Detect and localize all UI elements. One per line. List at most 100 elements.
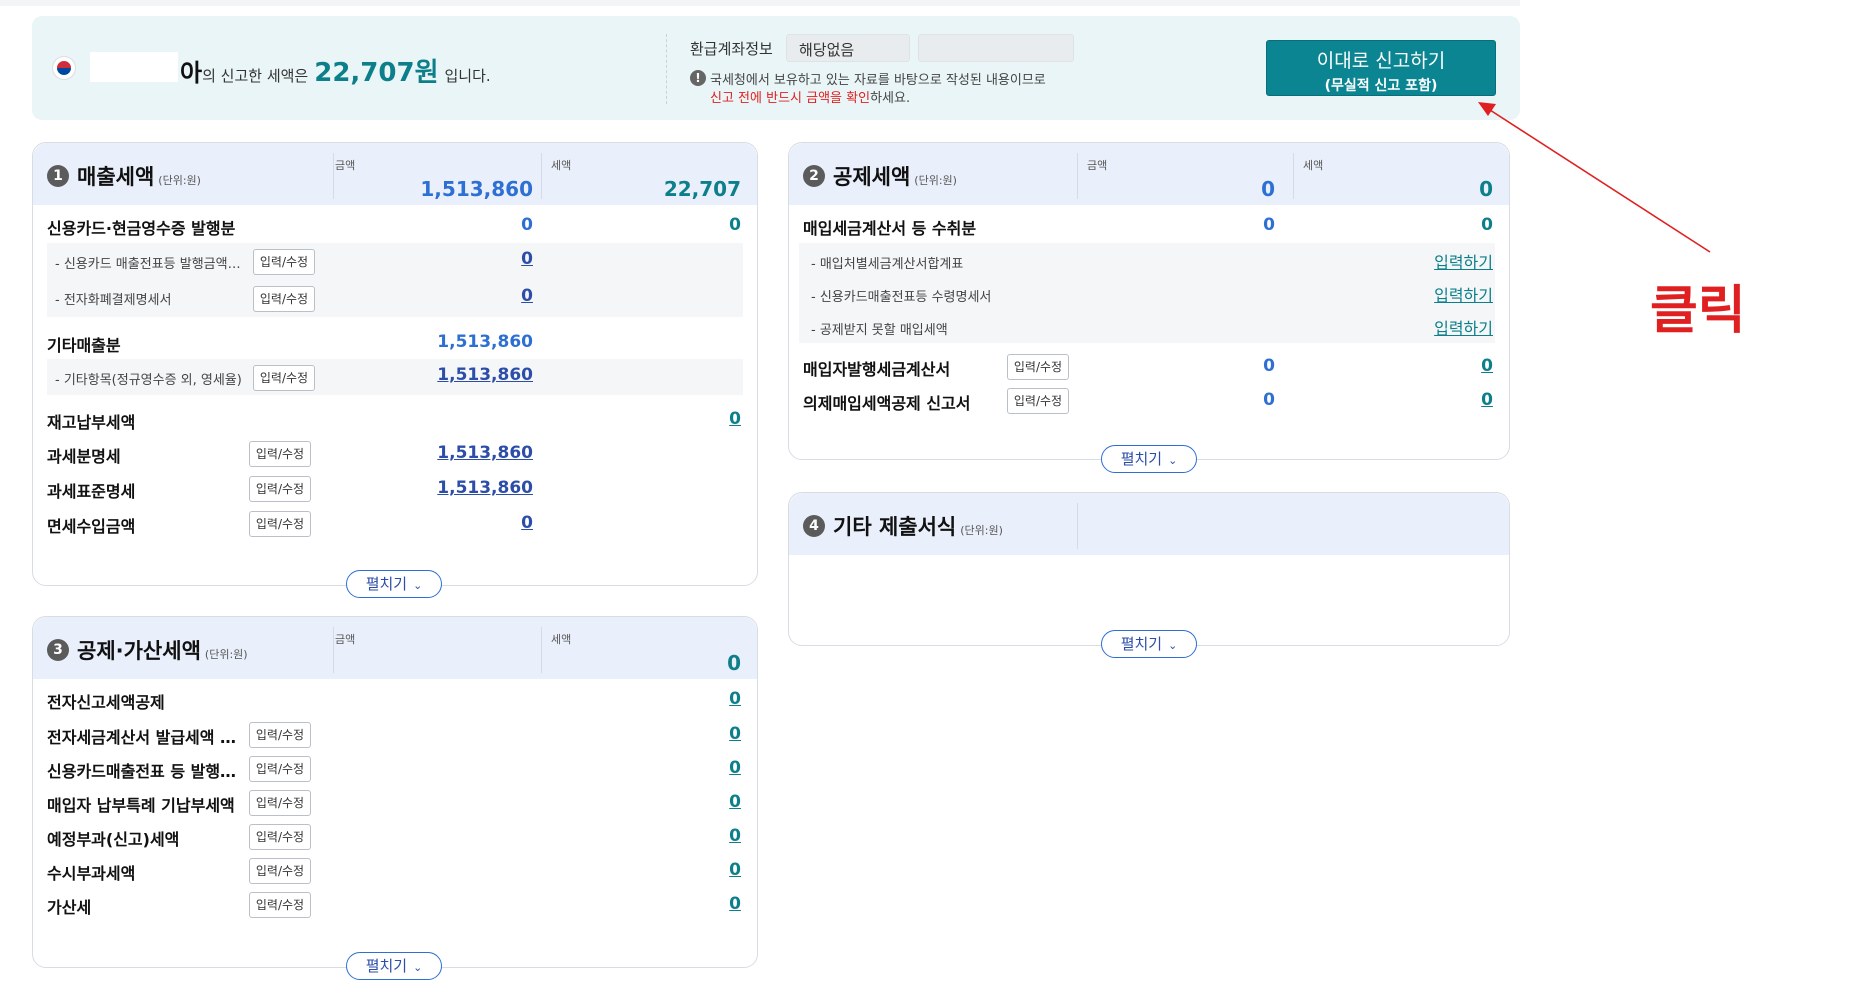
sales-expand-button[interactable]: 펼치기 ⌄ xyxy=(346,570,442,598)
warning-line-2: 신고 전에 반드시 금액을 확인하세요. xyxy=(710,87,910,106)
sales-row-e-money-amount[interactable]: 0 xyxy=(433,286,533,306)
korea-flag-icon xyxy=(52,56,76,80)
edit-button[interactable]: 입력/수정 xyxy=(249,511,311,537)
edit-button[interactable]: 입력/수정 xyxy=(249,756,311,782)
sales-tax-total: 22,707 xyxy=(663,177,741,201)
sales-row-taxable-detail: 과세분명세 xyxy=(47,447,121,466)
sales-row-other: 기타매출분 xyxy=(47,336,121,355)
col-separator xyxy=(1077,153,1078,199)
sales-tax-title-text: 매출세액 xyxy=(77,165,155,189)
expand-label: 펼치기 xyxy=(365,575,408,593)
submit-report-button[interactable]: 이대로 신고하기 (무실적 신고 포함) xyxy=(1266,40,1496,96)
submit-button-sublabel: (무실적 신고 포함) xyxy=(1324,78,1438,94)
sales-row-other-item: - 기타항목(정규영수증 외, 영세율) xyxy=(55,373,242,388)
deduct-add-row-scheduled: 예정부과(신고)세액 xyxy=(47,830,180,849)
deduct-add-row-card-slip: 신용카드매출전표 등 발행… xyxy=(47,762,237,781)
chevron-down-icon: ⌄ xyxy=(1168,454,1178,467)
deduct-add-row-e-filing-tax[interactable]: 0 xyxy=(641,689,741,709)
deduct-add-row-e-invoice: 전자세금계산서 발급세액 … xyxy=(47,728,237,747)
edit-button[interactable]: 입력/수정 xyxy=(249,824,311,850)
sales-row-e-money: - 전자화폐결제명세서 xyxy=(55,293,172,308)
sales-row-exempt-income: 면세수입금액 xyxy=(47,517,136,536)
edit-button[interactable]: 입력/수정 xyxy=(249,722,311,748)
deduct-add-row-buyer-special-tax[interactable]: 0 xyxy=(641,792,741,812)
sales-row-taxable-detail-amount[interactable]: 1,513,860 xyxy=(413,443,533,463)
deduction-row-deemed-input-amount: 0 xyxy=(1263,390,1275,410)
other-forms-title: 기타 제출서식 (단위:원) xyxy=(833,511,1003,541)
deduct-add-row-scheduled-tax[interactable]: 0 xyxy=(641,826,741,846)
sales-row-inventory: 재고납부세액 xyxy=(47,413,136,432)
deduction-row-purchase-invoice-amount: 0 xyxy=(1263,215,1275,235)
deduct-add-row-card-slip-tax[interactable]: 0 xyxy=(641,758,741,778)
deduct-add-row-penalty-tax[interactable]: 0 xyxy=(641,894,741,914)
deduction-non-deductible-input-link[interactable]: 입력하기 xyxy=(1393,315,1493,339)
submit-button-label: 이대로 신고하기 xyxy=(1316,50,1446,72)
deduction-row-deemed-input-tax[interactable]: 0 xyxy=(1393,390,1493,410)
sales-tax-title: 매출세액 (단위:원) xyxy=(77,161,201,191)
tax-col-label: 세액 xyxy=(551,633,572,646)
refund-bank-field: 해당없음 xyxy=(786,34,910,62)
deduct-add-title: 공제·가산세액 (단위:원) xyxy=(77,635,248,665)
deduction-row-buyer-issued-tax[interactable]: 0 xyxy=(1393,356,1493,376)
amount-col-label: 금액 xyxy=(335,633,356,646)
deduct-add-tax-total: 0 xyxy=(727,651,741,675)
other-forms-expand-button[interactable]: 펼치기 ⌄ xyxy=(1101,630,1197,658)
deduction-tax-number: 2 xyxy=(803,165,825,187)
other-forms-number: 4 xyxy=(803,515,825,537)
deduction-invoice-summary-input-link[interactable]: 입력하기 xyxy=(1393,249,1493,273)
sales-row-exempt-income-amount[interactable]: 0 xyxy=(433,513,533,533)
edit-button[interactable]: 입력/수정 xyxy=(249,441,311,467)
sales-row-other-amount: 1,513,860 xyxy=(437,332,533,352)
annotation-click-label: 클릭 xyxy=(1650,281,1746,341)
edit-button[interactable]: 입력/수정 xyxy=(249,858,311,884)
deduction-row-non-deductible: - 공제받지 못할 매입세액 xyxy=(811,323,948,338)
deduction-tax-panel: 2 공제세액 (단위:원) 금액 0 세액 0 매입세금계산서 등 수취분 0 0… xyxy=(788,142,1510,460)
tax-col-label: 세액 xyxy=(1303,159,1324,172)
deduction-row-buyer-issued: 매입자발행세금계산서 xyxy=(803,360,951,379)
sales-row-inventory-tax[interactable]: 0 xyxy=(641,409,741,429)
unit-label: (단위:원) xyxy=(914,174,957,187)
edit-button[interactable]: 입력/수정 xyxy=(253,286,315,312)
edit-button[interactable]: 입력/수정 xyxy=(1007,388,1069,414)
chevron-down-icon: ⌄ xyxy=(1168,639,1178,652)
deduct-add-row-occasional-tax[interactable]: 0 xyxy=(641,860,741,880)
amount-col-label: 금액 xyxy=(1087,159,1108,172)
deduct-add-row-e-invoice-tax[interactable]: 0 xyxy=(641,724,741,744)
expand-label: 펼치기 xyxy=(1120,635,1163,653)
sales-row-tax-base-amount[interactable]: 1,513,860 xyxy=(413,478,533,498)
deduct-add-title-text: 공제·가산세액 xyxy=(77,639,201,663)
top-divider xyxy=(0,0,1520,6)
deduction-expand-button[interactable]: 펼치기 ⌄ xyxy=(1101,445,1197,473)
edit-button[interactable]: 입력/수정 xyxy=(249,790,311,816)
refund-account-label: 환급계좌정보 xyxy=(690,40,773,58)
amount-col-label: 금액 xyxy=(335,159,356,172)
name-suffix: 아 xyxy=(180,59,203,87)
deduct-add-expand-button[interactable]: 펼치기 ⌄ xyxy=(346,952,442,980)
edit-button[interactable]: 입력/수정 xyxy=(249,476,311,502)
sales-row-other-item-amount[interactable]: 1,513,860 xyxy=(413,365,533,385)
other-forms-panel: 4 기타 제출서식 (단위:원) xyxy=(788,492,1510,646)
col-separator xyxy=(1077,503,1078,549)
chevron-down-icon: ⌄ xyxy=(413,961,423,974)
deduction-row-purchase-invoice: 매입세금계산서 등 수취분 xyxy=(803,219,977,238)
edit-button[interactable]: 입력/수정 xyxy=(253,365,315,391)
sales-row-card-slip-amount[interactable]: 0 xyxy=(433,249,533,269)
deduct-add-row-buyer-special: 매입자 납부특례 기납부세액 xyxy=(47,796,235,815)
edit-button[interactable]: 입력/수정 xyxy=(253,249,315,275)
deduct-add-row-penalty: 가산세 xyxy=(47,898,92,917)
summary-text: 아 의 신고한 세액은 22,707원 입니다. xyxy=(180,52,491,89)
refund-account-field xyxy=(918,34,1074,62)
sales-row-card-cash-tax: 0 xyxy=(729,215,741,235)
expand-label: 펼치기 xyxy=(365,957,408,975)
edit-button[interactable]: 입력/수정 xyxy=(1007,354,1069,380)
edit-button[interactable]: 입력/수정 xyxy=(249,892,311,918)
deduct-add-panel: 3 공제·가산세액 (단위:원) 금액 세액 0 전자신고세액공제 0 전자세금계… xyxy=(32,616,758,968)
unit-label: (단위:원) xyxy=(960,524,1003,537)
deduction-row-purchase-invoice-tax: 0 xyxy=(1481,215,1493,235)
summary-divider xyxy=(666,34,667,104)
sales-tax-number: 1 xyxy=(47,165,69,187)
warning-emphasis: 신고 전에 반드시 금액을 확인 xyxy=(710,91,871,106)
sales-row-tax-base: 과세표준명세 xyxy=(47,482,136,501)
deduction-card-received-input-link[interactable]: 입력하기 xyxy=(1393,282,1493,306)
unit-label: (단위:원) xyxy=(204,648,248,661)
